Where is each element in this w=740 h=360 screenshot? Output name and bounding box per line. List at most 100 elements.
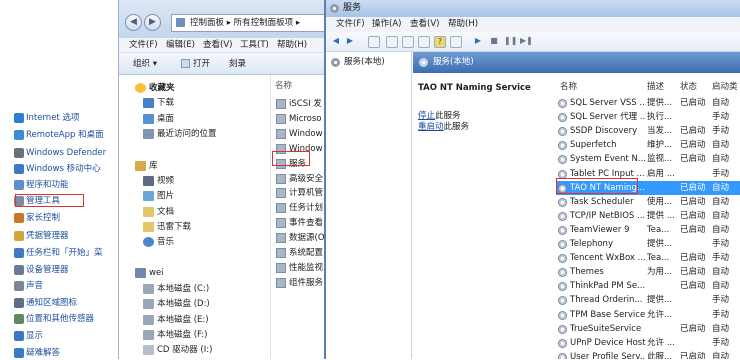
file-item[interactable]: 高级安全 bbox=[276, 172, 323, 186]
control-panel-item[interactable]: 任务栏和「开始」菜 bbox=[14, 246, 103, 260]
control-panel-item[interactable]: 位置和其他传感器 bbox=[14, 312, 94, 326]
svc-menu-action[interactable]: 操作(A) bbox=[372, 18, 401, 31]
tree-services-local[interactable]: 服务(本地) bbox=[344, 56, 385, 69]
nav-documents[interactable]: 文档 bbox=[143, 205, 174, 219]
back-arrow-icon[interactable]: ◀ bbox=[330, 36, 342, 48]
svc-menu-file[interactable]: 文件(F) bbox=[336, 18, 365, 31]
file-item[interactable]: Microso bbox=[276, 112, 322, 126]
table-row[interactable]: TCP/IP NetBIOS ... 提供 ... 已启动 自动 bbox=[556, 209, 740, 223]
forward-icon[interactable]: ▶ bbox=[144, 14, 161, 31]
file-item[interactable]: 系统配置 bbox=[276, 246, 323, 260]
svc-menu-help[interactable]: 帮助(H) bbox=[448, 18, 478, 31]
nav-xunlei[interactable]: 迅雷下载 bbox=[143, 220, 191, 234]
control-panel-item[interactable]: 家长控制 bbox=[14, 211, 61, 225]
restart-service-icon[interactable]: ▶❚ bbox=[520, 36, 533, 48]
file-item[interactable]: Window bbox=[276, 127, 323, 141]
table-row[interactable]: Tencent WxBox ... Tea... 已启动 手动 bbox=[556, 251, 740, 265]
forward-arrow-icon[interactable]: ▶ bbox=[344, 36, 356, 48]
show-tree-icon[interactable] bbox=[368, 36, 380, 48]
nav-drive-f[interactable]: 本地磁盘 (F:) bbox=[143, 328, 207, 342]
shortcut-icon bbox=[276, 248, 286, 258]
control-panel-item[interactable]: 显示 bbox=[14, 329, 43, 343]
control-panel-item[interactable]: RemoteApp 和桌面 bbox=[14, 128, 104, 142]
cell-status: 已启动 bbox=[680, 267, 706, 278]
menu-edit[interactable]: 编辑(E) bbox=[166, 39, 195, 52]
table-row[interactable]: TPM Base Service 允许... 手动 bbox=[556, 308, 740, 322]
control-panel-item[interactable]: 疑难解答 bbox=[14, 346, 60, 360]
column-header-description[interactable]: 描述 bbox=[647, 81, 664, 94]
control-panel-item[interactable]: Windows 移动中心 bbox=[14, 162, 101, 176]
file-item[interactable]: 组件服务 bbox=[276, 276, 323, 290]
menu-tools[interactable]: 工具(T) bbox=[240, 39, 269, 52]
table-row[interactable]: System Event N... 监视... 已启动 自动 bbox=[556, 152, 740, 166]
cell-name: Themes bbox=[570, 267, 604, 278]
file-item[interactable]: 性能监视 bbox=[276, 261, 323, 275]
file-item[interactable]: 计算机管 bbox=[276, 186, 323, 200]
nav-music[interactable]: 音乐 bbox=[143, 235, 174, 249]
control-panel-item[interactable]: 声音 bbox=[14, 279, 43, 293]
column-header-name[interactable]: 名称 bbox=[560, 81, 577, 94]
stop-service-icon[interactable]: ■ bbox=[488, 36, 500, 48]
file-item[interactable]: 任务计划 bbox=[276, 201, 323, 215]
nav-drive-i[interactable]: CD 驱动器 (I:) bbox=[143, 343, 212, 357]
nav-drive-e[interactable]: 本地磁盘 (E:) bbox=[143, 313, 209, 327]
menu-view[interactable]: 查看(V) bbox=[203, 39, 232, 52]
table-row[interactable]: Superfetch 维护... 已启动 自动 bbox=[556, 138, 740, 152]
burn-button[interactable]: 刻录 bbox=[229, 58, 246, 71]
nav-desktop[interactable]: 桌面 bbox=[143, 112, 174, 126]
control-panel-item-label: 家长控制 bbox=[26, 213, 61, 223]
column-header-startup[interactable]: 启动类 bbox=[712, 81, 738, 94]
nav-favorites[interactable]: 收藏夹 bbox=[135, 81, 175, 95]
export-icon[interactable] bbox=[418, 36, 430, 48]
nav-drive-d[interactable]: 本地磁盘 (D:) bbox=[143, 297, 210, 311]
control-panel-item[interactable]: 程序和功能 bbox=[14, 178, 69, 192]
cell-status: 已启动 bbox=[680, 323, 706, 334]
pause-service-icon[interactable]: ❚❚ bbox=[504, 36, 517, 48]
control-panel-item[interactable]: Windows Defender bbox=[14, 146, 106, 160]
nav-recent[interactable]: 最近访问的位置 bbox=[143, 127, 217, 141]
address-bar[interactable]: 控制面板 ▸ 所有控制面板项 ▸ bbox=[171, 14, 331, 32]
control-panel-item[interactable]: 通知区域图标 bbox=[14, 296, 77, 310]
table-row[interactable]: TeamViewer 9 Tea... 已启动 自动 bbox=[556, 223, 740, 237]
table-row[interactable]: Task Scheduler 使用... 已启动 自动 bbox=[556, 195, 740, 209]
table-row[interactable]: SSDP Discovery 当发... 已启动 手动 bbox=[556, 124, 740, 138]
nav-libraries[interactable]: 库 bbox=[135, 159, 158, 173]
table-row[interactable]: Themes 为用... 已启动 自动 bbox=[556, 265, 740, 279]
control-panel-item[interactable]: Internet 选项 bbox=[14, 111, 79, 125]
table-row[interactable]: SQL Server 代理 ... 执行... 手动 bbox=[556, 110, 740, 124]
control-panel-item[interactable]: 设备管理器 bbox=[14, 263, 69, 277]
table-row[interactable]: User Profile Serv... 此服... 已启动 自动 bbox=[556, 350, 740, 359]
nav-videos[interactable]: 视频 bbox=[143, 174, 174, 188]
nav-computer[interactable]: wei bbox=[135, 266, 164, 280]
control-panel-item[interactable]: 凭据管理器 bbox=[14, 229, 69, 243]
column-name-header[interactable]: 名称 bbox=[275, 79, 292, 91]
table-row[interactable]: Thread Orderin... 提供... 手动 bbox=[556, 293, 740, 307]
services-tree: 服务(本地) bbox=[326, 52, 412, 359]
organize-button[interactable]: 组织 ▾ bbox=[133, 58, 157, 71]
svc-menu-view[interactable]: 查看(V) bbox=[410, 18, 439, 31]
nav-drive-c[interactable]: 本地磁盘 (C:) bbox=[143, 282, 209, 296]
console-icon[interactable] bbox=[450, 36, 462, 48]
restart-service-link[interactable]: 重启动 bbox=[418, 122, 444, 132]
back-icon[interactable]: ◀ bbox=[125, 14, 142, 31]
table-row[interactable]: Telephony 提供... 手动 bbox=[556, 237, 740, 251]
file-item[interactable]: 数据源(O bbox=[276, 231, 325, 245]
open-button[interactable]: 打开 bbox=[193, 58, 210, 71]
menu-help[interactable]: 帮助(H) bbox=[277, 39, 307, 52]
refresh-icon[interactable] bbox=[402, 36, 414, 48]
column-header-status[interactable]: 状态 bbox=[680, 81, 697, 94]
file-item[interactable]: 事件查看 bbox=[276, 216, 323, 230]
nav-downloads[interactable]: 下载 bbox=[143, 96, 174, 110]
table-row[interactable]: SQL Server VSS ... 提供... 已启动 自动 bbox=[556, 96, 740, 110]
file-item[interactable]: iSCSI 发 bbox=[276, 97, 322, 111]
table-row[interactable]: UPnP Device Host 允许 ... 手动 bbox=[556, 336, 740, 350]
nav-pictures[interactable]: 图片 bbox=[143, 189, 174, 203]
cell-startup: 自动 bbox=[712, 323, 730, 334]
menu-file[interactable]: 文件(F) bbox=[129, 39, 158, 52]
start-service-icon[interactable]: ▶ bbox=[472, 36, 484, 48]
cell-desc: 允许... bbox=[647, 309, 673, 320]
table-row[interactable]: TrueSuiteService 已启动 自动 bbox=[556, 322, 740, 336]
properties-icon[interactable] bbox=[386, 36, 398, 48]
table-row[interactable]: ThinkPad PM Se... 已启动 自动 bbox=[556, 279, 740, 293]
help-icon[interactable]: ? bbox=[434, 36, 446, 48]
